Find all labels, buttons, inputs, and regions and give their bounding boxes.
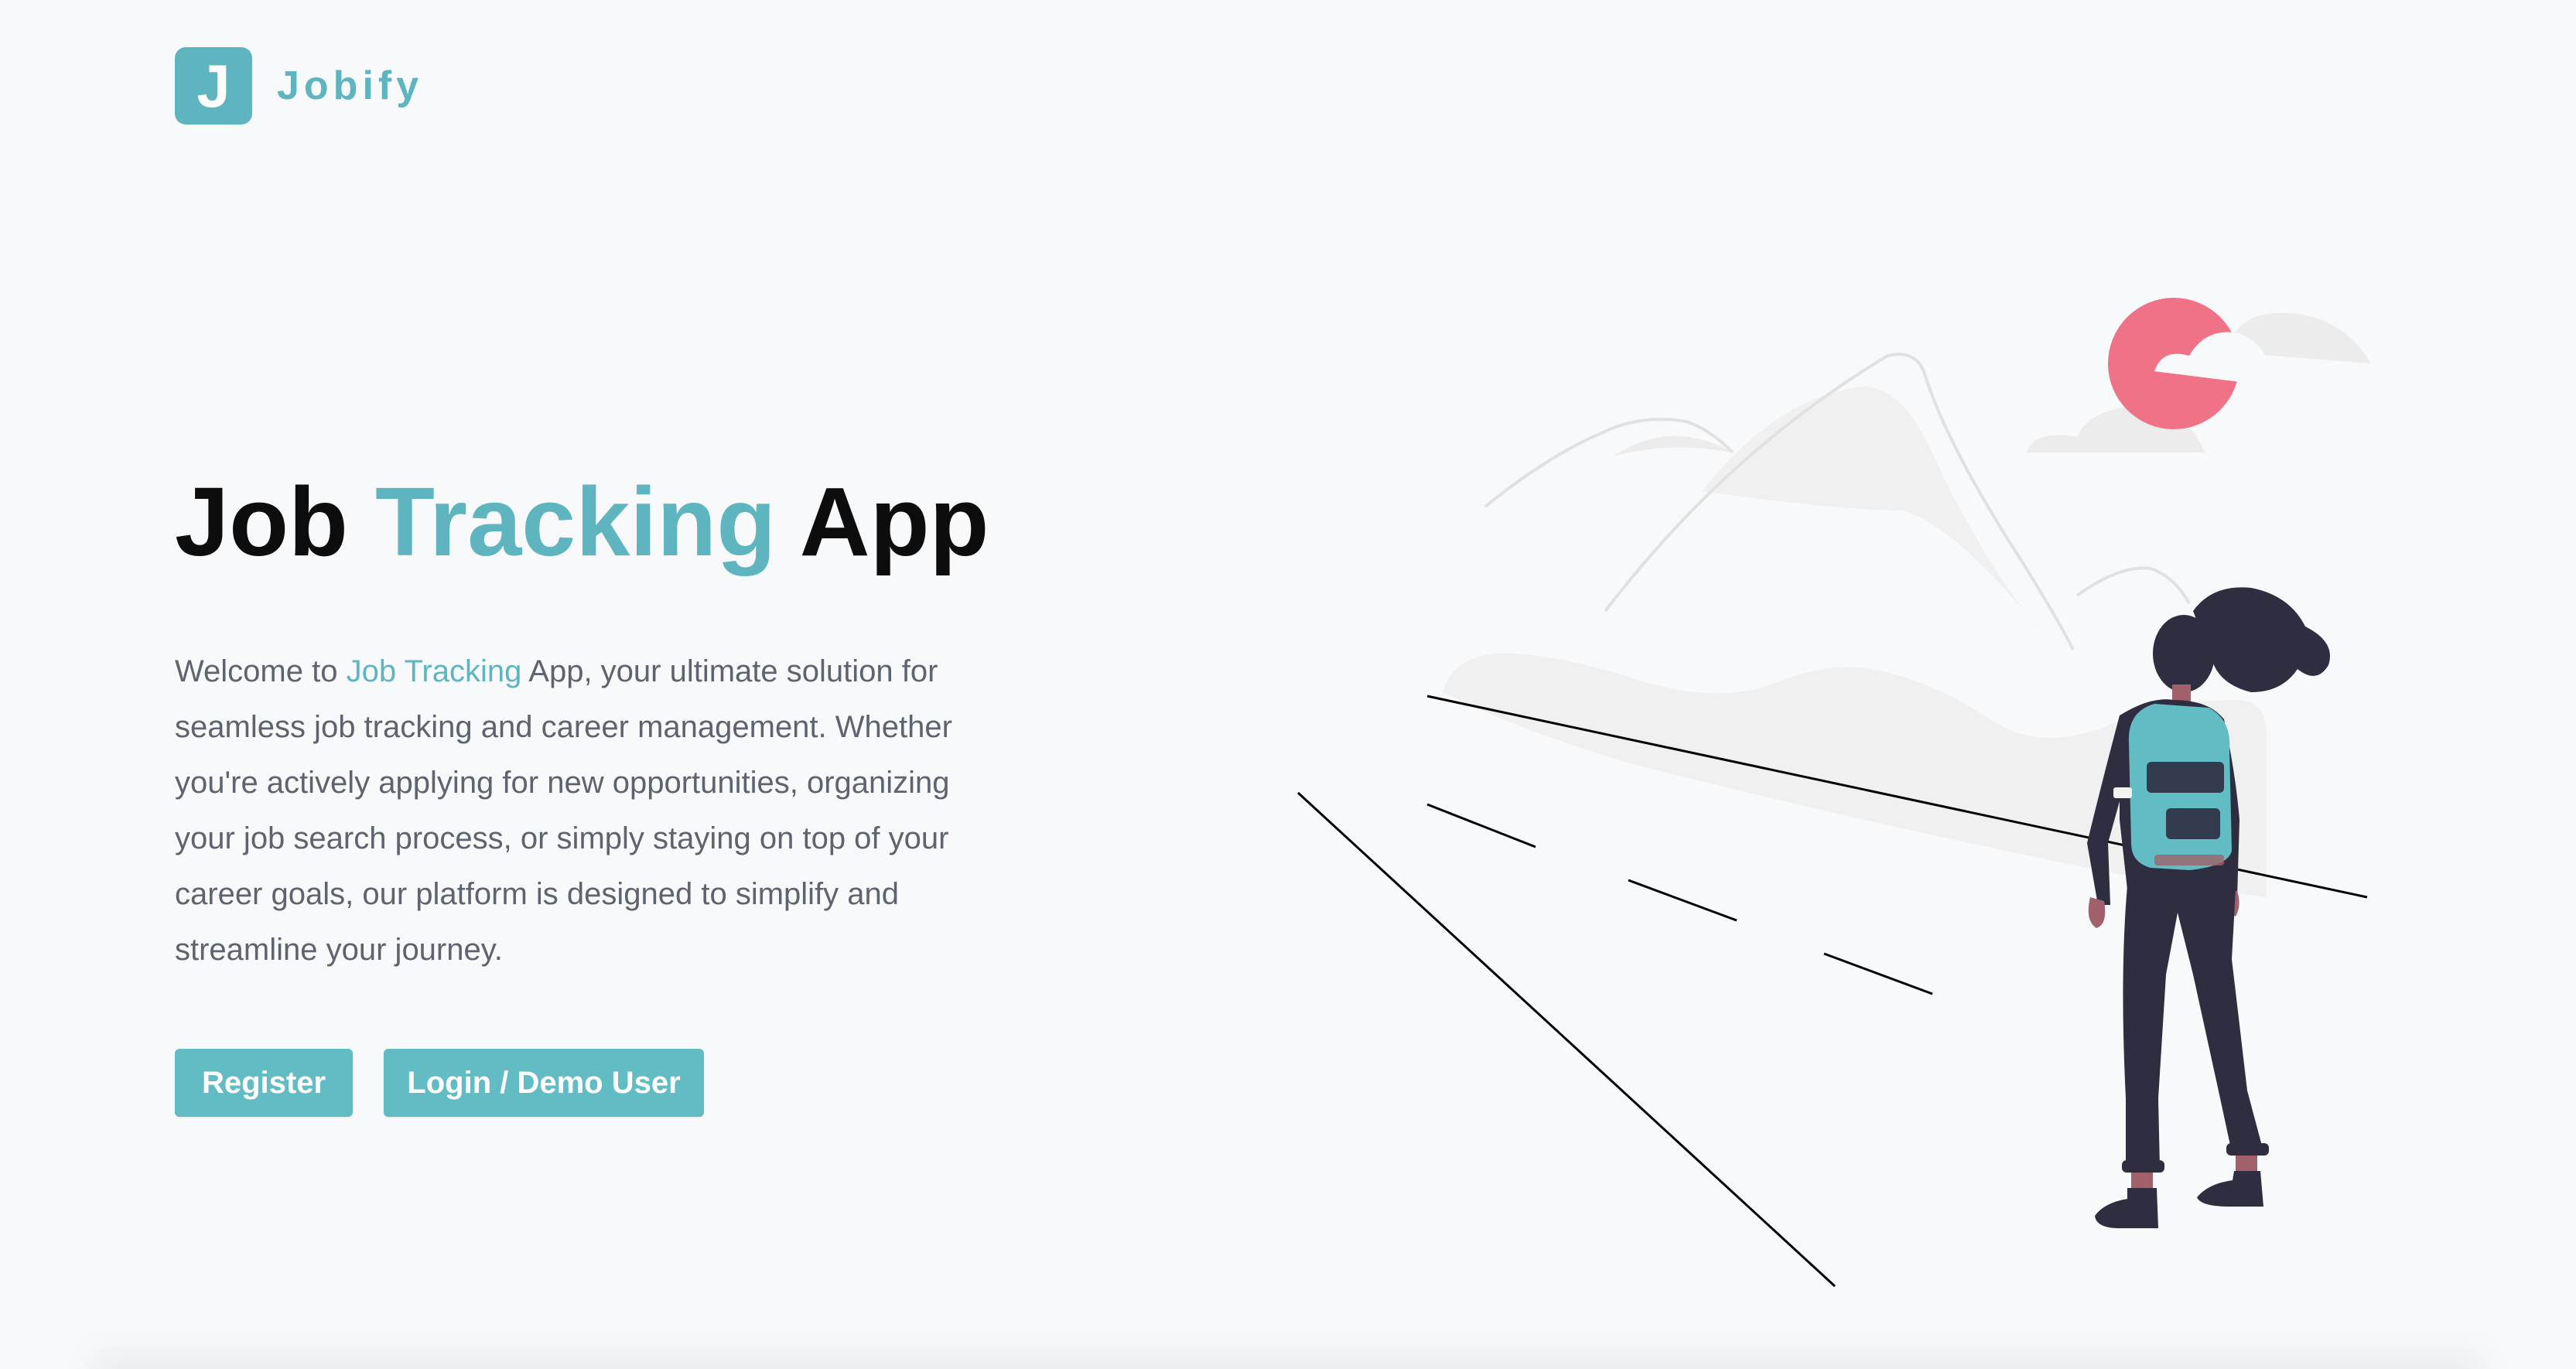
road-edge [1297, 791, 1836, 1288]
login-demo-button[interactable]: Login / Demo User [384, 1049, 704, 1117]
woman-hiker-road-illustration [1297, 298, 2371, 1288]
title-accent: Tracking [375, 467, 777, 576]
mountain-shadow-left [1613, 435, 1733, 456]
landing-page: J Jobify Job Tracking App Welcome to Job… [0, 0, 2576, 1369]
desc-prefix: Welcome to [175, 654, 338, 688]
register-button[interactable]: Register [175, 1049, 353, 1117]
mountain-outline-left [1484, 418, 1734, 508]
logo-text: Jobify [277, 63, 424, 108]
title-part1: Job [175, 467, 349, 576]
hero-description: Welcome to Job Tracking App, your ultima… [175, 644, 1018, 978]
woman-figure [2087, 587, 2330, 1228]
desc-rest: App, your ultimate solution for seamless… [175, 654, 952, 967]
road-dash-3 [1823, 952, 1933, 995]
road-dash-1 [1426, 803, 1536, 848]
road-dash-2 [1628, 879, 1737, 922]
logo-mark: J [175, 47, 252, 125]
logo[interactable]: J Jobify [175, 46, 423, 125]
bottom-shade [93, 1354, 2483, 1369]
page-title: Job Tracking App [175, 464, 989, 580]
mountain-outline-right [2075, 566, 2191, 604]
title-part2: App [799, 467, 989, 576]
desc-accent: Job Tracking [346, 654, 522, 688]
mountain-shadow-main [1702, 387, 2050, 642]
